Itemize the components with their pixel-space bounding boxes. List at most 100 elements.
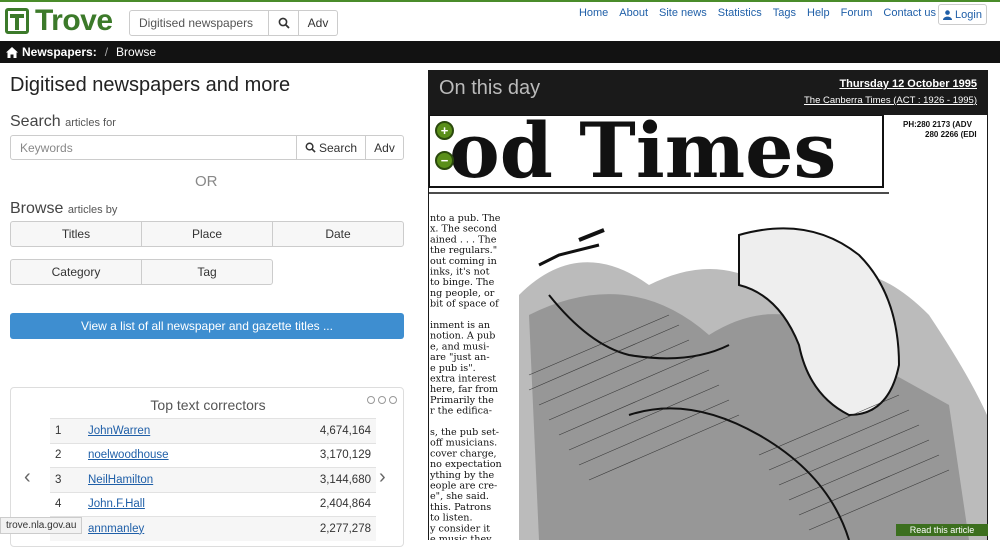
browse-heading: Browse articles by	[10, 200, 117, 218]
table-row: 4 John.F.Hall 2,404,864	[50, 491, 376, 517]
article-text-line: notion. A pub	[430, 331, 495, 342]
search-icon	[278, 17, 290, 29]
browse-date-button[interactable]: Date	[272, 221, 404, 247]
or-divider: OR	[195, 173, 218, 190]
article-text-line: e pub is".	[430, 363, 476, 374]
home-icon[interactable]	[6, 46, 18, 58]
search-heading-sub: articles for	[65, 117, 116, 129]
breadcrumb-separator: /	[104, 45, 109, 59]
article-text-line: e", she said.	[430, 491, 489, 502]
nav-help[interactable]: Help	[807, 7, 830, 19]
user-link[interactable]: NeilHamilton	[88, 474, 288, 486]
table-row: 2 noelwoodhouse 3,170,129	[50, 442, 376, 468]
browse-tag-button[interactable]: Tag	[141, 259, 273, 285]
count-cell: 3,144,680	[319, 473, 371, 486]
search-heading-text: Search	[10, 113, 61, 130]
zoom-in-icon[interactable]: +	[435, 121, 454, 140]
article-text-line: r the edifica-	[430, 406, 492, 417]
article-text-line: no expectation	[430, 459, 502, 470]
newspaper-page-image[interactable]: od Times PH:280 2173 (ADV 280 2266 (EDI …	[429, 115, 987, 540]
carousel-next-icon[interactable]: ›	[379, 466, 386, 489]
nav-site-news[interactable]: Site news	[659, 7, 707, 19]
search-icon	[305, 142, 316, 153]
zoom-out-icon[interactable]: −	[435, 151, 454, 170]
header-search-button[interactable]	[269, 10, 299, 36]
list-all-titles-button[interactable]: View a list of all newspaper and gazette…	[10, 313, 404, 339]
nav-contact-us[interactable]: Contact us	[883, 7, 936, 19]
article-text-line: e music they	[430, 534, 492, 540]
search-heading: Search articles for	[10, 113, 116, 131]
article-text-line: the regulars."	[430, 245, 497, 256]
article-text-line: bit of space of	[430, 299, 500, 310]
nav-tags[interactable]: Tags	[773, 7, 796, 19]
browse-heading-text: Browse	[10, 200, 64, 217]
rank-cell: 2	[55, 449, 62, 462]
trove-logo[interactable]: Trove	[5, 6, 113, 36]
carousel-dot[interactable]	[367, 396, 375, 404]
top-header: Trove Digitised newspapers Adv Home Abou…	[0, 0, 1000, 41]
count-cell: 2,277,278	[319, 522, 371, 535]
on-this-day-paper[interactable]: The Canberra Times (ACT : 1926 - 1995)	[804, 95, 977, 106]
breadcrumb-section[interactable]: Newspapers:	[22, 45, 97, 59]
article-text-line: out coming in	[430, 256, 497, 267]
page-title: Digitised newspapers and more	[10, 74, 291, 96]
article-text-line: here, far from	[430, 384, 498, 395]
article-text-line: ything by the	[429, 470, 495, 481]
browse-place-button[interactable]: Place	[141, 221, 273, 247]
table-row: 1 JohnWarren 4,674,164	[50, 418, 376, 443]
article-text-line: inks, it's not	[430, 267, 490, 278]
read-article-button[interactable]: Read this article	[896, 524, 988, 536]
browse-category-button[interactable]: Category	[10, 259, 142, 285]
phone-line-2: 280 2266 (EDI	[925, 130, 977, 139]
carousel-dot[interactable]	[378, 396, 386, 404]
nav-forum[interactable]: Forum	[841, 7, 873, 19]
article-text-column: nto a pub. Thex. The secondained . . . T…	[429, 213, 502, 540]
article-text-line: eople are cre-	[430, 481, 497, 492]
on-this-day-date[interactable]: Thursday 12 October 1995	[839, 78, 977, 90]
carousel-dot[interactable]	[389, 396, 397, 404]
carousel-prev-icon[interactable]: ‹	[24, 466, 31, 489]
nav-home[interactable]: Home	[579, 7, 608, 19]
newspaper-scan: od Times PH:280 2173 (ADV 280 2266 (EDI …	[429, 115, 987, 540]
table-row: 3 NeilHamilton 3,144,680	[50, 467, 376, 492]
article-text-line: inment is an	[430, 320, 490, 331]
search-button[interactable]: Search	[296, 135, 366, 160]
phone-line-1: PH:280 2173 (ADV	[903, 120, 973, 129]
on-this-day-header: On this day Thursday 12 October 1995 The…	[428, 70, 988, 113]
correctors-table: 1 JohnWarren 4,674,164 2 noelwoodhouse 3…	[50, 418, 376, 541]
breadcrumb: Newspapers: / Browse	[0, 41, 1000, 63]
article-text-line: ained . . . The	[430, 234, 497, 245]
browse-titles-button[interactable]: Titles	[10, 221, 142, 247]
carousel-indicators	[367, 396, 397, 404]
user-link[interactable]: annmanley	[88, 523, 288, 535]
advanced-search-button[interactable]: Adv	[365, 135, 404, 160]
article-text-line: off musicians.	[430, 438, 497, 449]
article-text-line: x. The second	[430, 224, 497, 235]
header-adv-button[interactable]: Adv	[299, 10, 338, 36]
keywords-input[interactable]: Keywords	[10, 135, 297, 160]
user-icon	[943, 9, 953, 20]
browse-heading-sub: articles by	[67, 204, 118, 216]
top-nav: Home About Site news Statistics Tags Hel…	[568, 7, 936, 19]
user-link[interactable]: JohnWarren	[88, 425, 288, 437]
top-correctors-title: Top text correctors	[150, 397, 266, 413]
on-this-day-panel: On this day Thursday 12 October 1995 The…	[428, 70, 988, 540]
article-text-line: Primarily the	[430, 395, 494, 406]
rank-cell: 4	[55, 498, 62, 511]
login-button[interactable]: Login	[938, 4, 987, 25]
article-text-line: e, and musi-	[430, 341, 489, 352]
header-search: Digitised newspapers Adv	[129, 10, 338, 36]
header-search-input[interactable]: Digitised newspapers	[129, 10, 269, 36]
user-link[interactable]: John.F.Hall	[88, 498, 288, 510]
article-text-line: cover charge,	[430, 448, 497, 459]
article-text-line: ng people, or	[430, 288, 495, 299]
trove-logo-icon	[5, 8, 29, 34]
article-text-line: to binge. The	[430, 277, 495, 288]
article-text-line: y consider it	[429, 523, 490, 534]
article-text-line: s, the pub set-	[430, 427, 499, 438]
article-text-line: are "just an-	[430, 352, 490, 363]
nav-about[interactable]: About	[619, 7, 648, 19]
nav-statistics[interactable]: Statistics	[718, 7, 762, 19]
user-link[interactable]: noelwoodhouse	[88, 449, 288, 461]
count-cell: 2,404,864	[319, 498, 371, 511]
